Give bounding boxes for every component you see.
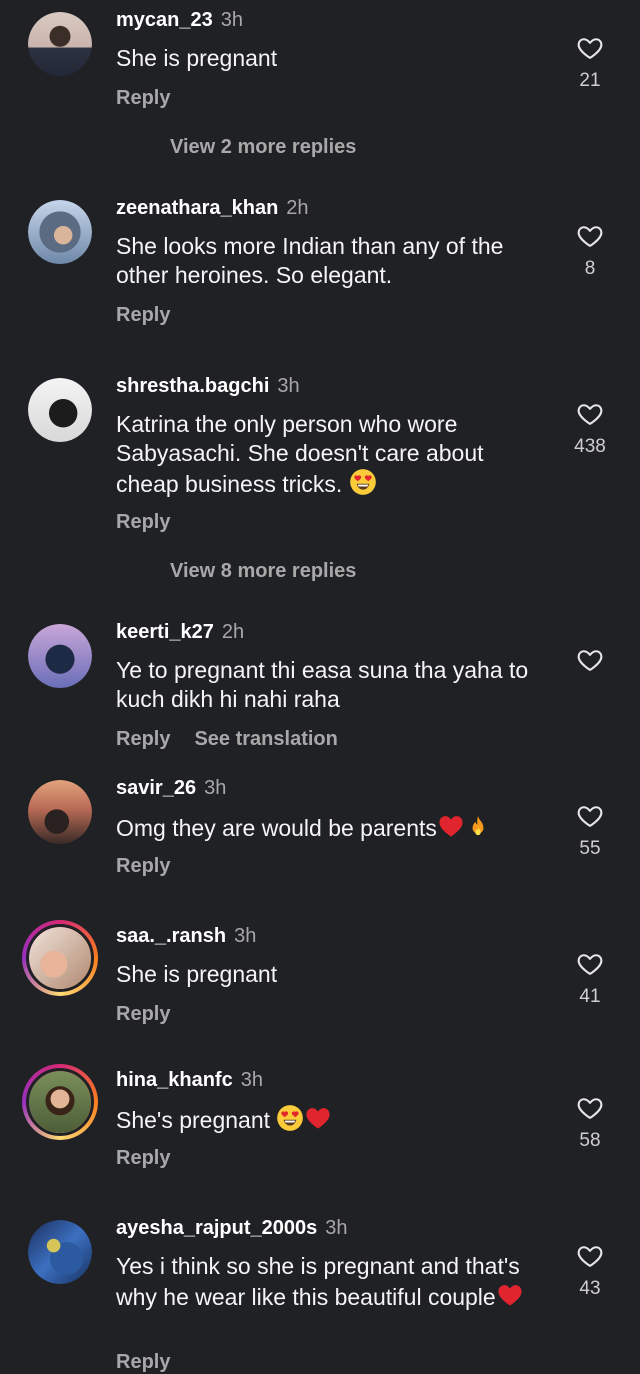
comment-text: Katrina the only person who wore Sabyasa… (116, 410, 546, 499)
timestamp: 3h (240, 1069, 263, 1091)
comment-actions: Reply (116, 86, 170, 110)
comment-meta: shrestha.bagchi 3h (116, 374, 300, 398)
heart-eyes-emoji (349, 468, 377, 496)
heart-eyes-emoji (276, 1104, 304, 1132)
heart-outline-icon (576, 802, 604, 830)
heart-outline-icon (576, 646, 604, 674)
comment-actions: Reply (116, 1350, 170, 1374)
comment-text-content: Katrina the only person who wore Sabyasa… (116, 411, 484, 497)
reply-button[interactable]: Reply (116, 87, 170, 109)
reply-button[interactable]: Reply (116, 728, 170, 750)
like-button[interactable]: 41 (570, 950, 610, 1008)
view-more-replies-button[interactable]: View 2 more replies (170, 136, 356, 159)
username[interactable]: hina_khanfc (116, 1069, 233, 1091)
comment-actions: Reply (116, 1002, 170, 1026)
reply-button[interactable]: Reply (116, 1147, 170, 1169)
username[interactable]: mycan_23 (116, 9, 213, 31)
avatar[interactable] (28, 624, 92, 688)
like-count: 438 (574, 436, 606, 457)
comment-text-content: Yes i think so she is pregnant and that'… (116, 1253, 520, 1310)
username[interactable]: zeenathara_khan (116, 197, 278, 219)
comment-meta: hina_khanfc 3h (116, 1068, 263, 1092)
timestamp: 3h (204, 777, 227, 799)
comment-meta: savir_26 3h (116, 776, 226, 800)
reply-button[interactable]: Reply (116, 1003, 170, 1025)
comment-actions: Reply (116, 303, 170, 327)
heart-outline-icon (576, 1094, 604, 1122)
heart-outline-icon (576, 1242, 604, 1270)
like-count: 58 (579, 1130, 601, 1151)
avatar[interactable] (28, 378, 92, 442)
like-count: 21 (579, 70, 601, 91)
username[interactable]: savir_26 (116, 777, 196, 799)
timestamp: 2h (286, 197, 309, 219)
fire-emoji (465, 814, 491, 840)
comment-text: Yes i think so she is pregnant and that'… (116, 1252, 546, 1312)
like-count: 43 (579, 1278, 601, 1299)
like-button[interactable]: 21 (570, 34, 610, 92)
red-heart-emoji (304, 1104, 332, 1132)
comment-actions: Reply (116, 510, 170, 534)
timestamp: 3h (234, 925, 257, 947)
comment-meta: ayesha_rajput_2000s 3h (116, 1216, 348, 1240)
comment-actions: Reply (116, 854, 170, 878)
heart-outline-icon (576, 950, 604, 978)
comment-meta: mycan_23 3h (116, 8, 243, 32)
heart-outline-icon (576, 400, 604, 428)
comment-text: She is pregnant (116, 961, 278, 987)
username[interactable]: ayesha_rajput_2000s (116, 1217, 317, 1239)
username[interactable]: saa._.ransh (116, 925, 226, 947)
like-count: 55 (579, 838, 601, 859)
like-button[interactable]: 43 (570, 1242, 610, 1300)
username[interactable]: keerti_k27 (116, 621, 214, 643)
timestamp: 3h (325, 1217, 348, 1239)
comment-meta: keerti_k27 2h (116, 620, 244, 644)
reply-button[interactable]: Reply (116, 304, 170, 326)
comment-text-content: She's pregnant (116, 1107, 271, 1133)
like-button[interactable]: 8 (570, 222, 610, 280)
comment-text: She's pregnant (116, 1104, 546, 1135)
timestamp: 3h (220, 9, 243, 31)
comment-text: She is pregnant (116, 45, 278, 71)
like-button[interactable]: 438 (570, 400, 610, 458)
avatar[interactable] (28, 1220, 92, 1284)
reply-button[interactable]: Reply (116, 511, 170, 533)
red-heart-emoji (496, 1281, 524, 1309)
comment-actions: Reply See translation (116, 727, 338, 751)
comment-text: Ye to pregnant thi easa suna tha yaha to… (116, 657, 529, 712)
username[interactable]: shrestha.bagchi (116, 375, 269, 397)
see-translation-button[interactable]: See translation (194, 728, 337, 750)
comment-meta: zeenathara_khan 2h (116, 196, 309, 220)
like-button[interactable] (570, 646, 610, 674)
red-heart-emoji (437, 812, 465, 840)
reply-button[interactable]: Reply (116, 1351, 170, 1373)
reply-button[interactable]: Reply (116, 855, 170, 877)
like-button[interactable]: 58 (570, 1094, 610, 1152)
timestamp: 2h (221, 621, 245, 643)
heart-outline-icon (576, 34, 604, 62)
like-count: 41 (579, 986, 601, 1007)
like-count: 8 (584, 258, 596, 279)
avatar-with-story-ring[interactable] (22, 1064, 98, 1140)
avatar[interactable] (28, 780, 92, 844)
view-more-replies-button[interactable]: View 8 more replies (170, 560, 356, 583)
comment-text: She looks more Indian than any of the ot… (116, 233, 504, 288)
avatar-with-story-ring[interactable] (22, 920, 98, 996)
comment-text: Omg they are would be parents (116, 812, 546, 843)
like-button[interactable]: 55 (570, 802, 610, 860)
timestamp: 3h (277, 375, 300, 397)
comment-text-content: Omg they are would be parents (116, 815, 437, 841)
heart-outline-icon (576, 222, 604, 250)
avatar[interactable] (28, 12, 92, 76)
avatar[interactable] (28, 200, 92, 264)
comment-actions: Reply (116, 1146, 170, 1170)
comment-meta: saa._.ransh 3h (116, 924, 256, 948)
